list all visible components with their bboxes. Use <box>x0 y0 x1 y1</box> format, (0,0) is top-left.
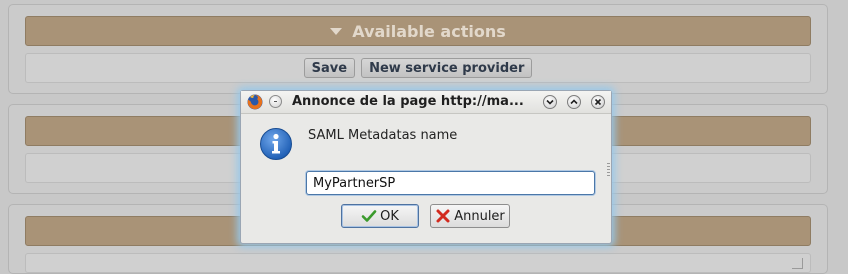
prompt-dialog: Annonce de la page http://ma... SAML Met… <box>240 90 612 244</box>
close-icon <box>594 98 602 106</box>
dialog-titlebar[interactable]: Annonce de la page http://ma... <box>241 91 611 114</box>
new-service-provider-button[interactable]: New service provider <box>361 58 533 78</box>
actions-toolbar: Save New service provider <box>25 53 811 83</box>
dialog-title: Annonce de la page http://ma... <box>292 94 524 109</box>
minimize-button[interactable] <box>543 95 557 109</box>
ok-label: OK <box>380 208 399 224</box>
resize-grip[interactable] <box>607 163 610 177</box>
resize-handle[interactable] <box>792 258 803 269</box>
actions-header-label: Available actions <box>352 21 506 41</box>
prompt-label: SAML Metadatas name <box>308 128 458 143</box>
window-menu-button[interactable] <box>269 95 282 108</box>
cancel-button[interactable]: Annuler <box>430 204 510 228</box>
actions-header[interactable]: Available actions <box>25 16 811 46</box>
actions-panel: Available actions Save New service provi… <box>8 4 828 94</box>
firefox-icon <box>247 94 263 110</box>
save-button[interactable]: Save <box>303 58 356 78</box>
cancel-label: Annuler <box>454 208 505 224</box>
close-button[interactable] <box>591 95 605 109</box>
metadata-name-input[interactable] <box>306 171 595 195</box>
checkmark-icon <box>361 210 377 222</box>
triangle-down-icon <box>330 27 343 35</box>
maximize-button[interactable] <box>567 95 581 109</box>
red-x-icon <box>436 209 450 223</box>
ok-button[interactable]: OK <box>341 204 419 228</box>
chevron-up-icon <box>570 99 578 105</box>
panel-3-body <box>25 253 811 273</box>
info-icon <box>260 128 292 160</box>
chevron-down-icon <box>546 99 554 105</box>
